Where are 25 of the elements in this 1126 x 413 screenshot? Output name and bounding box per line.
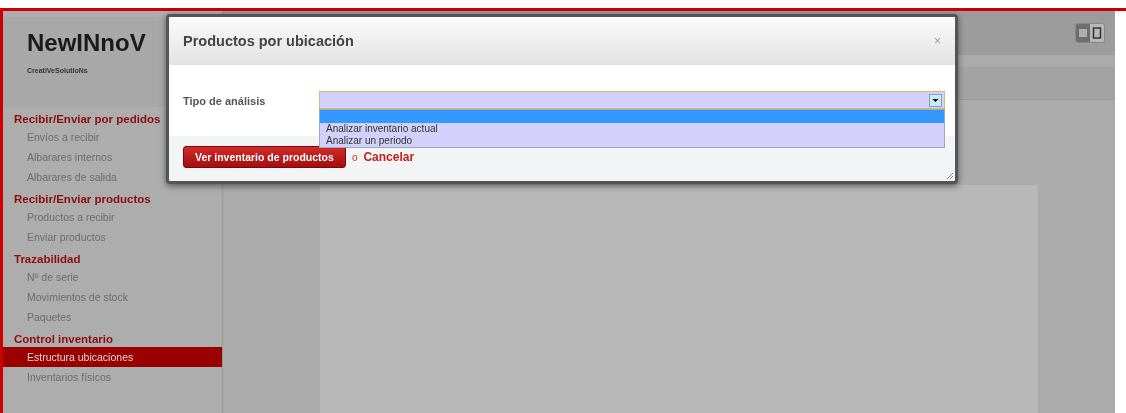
brand-logo: NewINnoV: [27, 29, 146, 57]
sidebar-item[interactable]: Enviar productos: [3, 227, 222, 247]
sidebar-item[interactable]: Productos a recibir: [3, 207, 222, 227]
dropdown-option[interactable]: Analizar un periodo: [320, 135, 944, 147]
sidebar-section-title: Recibir/Enviar por pedidos: [13, 112, 162, 127]
form-view-button[interactable]: [1090, 24, 1104, 42]
sidebar-section-title: Control inventario: [13, 332, 115, 347]
sidebar-section-title: Recibir/Enviar productos: [13, 192, 152, 207]
separator-text: o: [351, 151, 358, 163]
field-label: Tipo de análisis: [183, 94, 267, 109]
sidebar-item[interactable]: Estructura ubicaciones: [3, 347, 222, 367]
sidebar-item[interactable]: Paquetes: [3, 307, 222, 327]
sidebar-section-title: Trazabilidad: [13, 252, 82, 267]
dropdown-option[interactable]: Analizar inventario actual: [320, 123, 944, 135]
caret-icon: [929, 93, 942, 107]
sidebar-item[interactable]: Nº de serie: [3, 267, 222, 287]
page-icon: [1092, 27, 1102, 39]
sidebar-item[interactable]: Movimientos de stock: [3, 287, 222, 307]
cancel-link[interactable]: Cancelar: [363, 150, 415, 164]
close-button[interactable]: ×: [934, 34, 941, 48]
view-inventory-button[interactable]: Ver inventario de productos: [183, 146, 346, 168]
dialog-title: Productos por ubicación: [183, 33, 354, 49]
select-field[interactable]: [319, 91, 945, 109]
resize-grip-icon: [946, 172, 954, 180]
sidebar-item[interactable]: Inventarios físicos: [3, 367, 222, 387]
